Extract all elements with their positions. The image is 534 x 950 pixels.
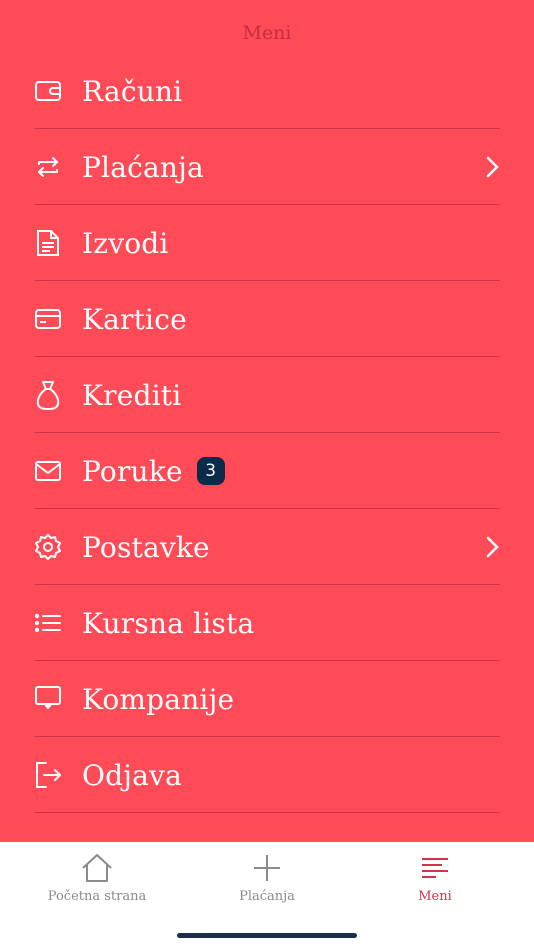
menu-item-kartice[interactable]: Kartice bbox=[0, 281, 534, 357]
tab-menu[interactable]: Meni bbox=[375, 842, 495, 912]
menu-list: Računi Plaćanja Izvodi Kartice Krediti P… bbox=[0, 53, 534, 813]
menu-item-label: Izvodi bbox=[82, 226, 169, 260]
wallet-icon bbox=[35, 78, 61, 104]
page-title: Meni bbox=[242, 22, 292, 44]
menu-item-label: Postavke bbox=[82, 530, 210, 564]
logout-icon bbox=[35, 762, 61, 788]
gear-icon bbox=[35, 534, 61, 560]
menu-lines-icon bbox=[422, 858, 448, 878]
divider bbox=[35, 812, 500, 813]
transfer-arrows-icon bbox=[35, 154, 61, 180]
app-screen: Meni Računi Plaćanja Izvodi Kartice Kred… bbox=[0, 0, 534, 950]
home-indicator bbox=[177, 933, 357, 938]
menu-item-label: Krediti bbox=[82, 378, 182, 412]
chevron-right-icon bbox=[486, 536, 499, 558]
tab-payments[interactable]: Plaćanja bbox=[207, 842, 327, 912]
menu-item-odjava[interactable]: Odjava bbox=[0, 737, 534, 813]
menu-item-racuni[interactable]: Računi bbox=[0, 53, 534, 129]
menu-item-label: Kompanije bbox=[82, 682, 235, 716]
menu-item-label: Kartice bbox=[82, 302, 187, 336]
plus-icon bbox=[254, 855, 280, 881]
home-icon bbox=[82, 854, 112, 882]
menu-item-label: Računi bbox=[82, 74, 183, 108]
menu-item-label: Odjava bbox=[82, 758, 182, 792]
list-icon bbox=[35, 610, 61, 636]
menu-panel: Meni Računi Plaćanja Izvodi Kartice Kred… bbox=[0, 0, 534, 842]
unread-count-badge: 3 bbox=[196, 457, 225, 485]
tab-payments-label: Plaćanja bbox=[239, 889, 295, 904]
menu-item-label: Poruke bbox=[82, 454, 183, 488]
menu-item-poruke[interactable]: Poruke 3 bbox=[0, 433, 534, 509]
menu-item-label: Kursna lista bbox=[82, 606, 255, 640]
menu-item-izvodi[interactable]: Izvodi bbox=[0, 205, 534, 281]
chevron-right-icon bbox=[486, 156, 499, 178]
menu-item-krediti[interactable]: Krediti bbox=[0, 357, 534, 433]
menu-item-kursna-lista[interactable]: Kursna lista bbox=[0, 585, 534, 661]
tab-home-label: Početna strana bbox=[47, 889, 147, 904]
envelope-icon bbox=[35, 458, 61, 484]
menu-item-label: Plaćanja bbox=[82, 150, 204, 184]
document-icon bbox=[35, 230, 61, 256]
tab-home[interactable]: Početna strana bbox=[37, 842, 157, 912]
menu-item-placanja[interactable]: Plaćanja bbox=[0, 129, 534, 205]
money-bag-icon bbox=[35, 381, 61, 410]
menu-item-postavke[interactable]: Postavke bbox=[0, 509, 534, 585]
card-icon bbox=[35, 306, 61, 332]
chat-screen-icon bbox=[35, 686, 61, 712]
tab-menu-label: Meni bbox=[418, 889, 452, 904]
menu-item-kompanije[interactable]: Kompanije bbox=[0, 661, 534, 737]
